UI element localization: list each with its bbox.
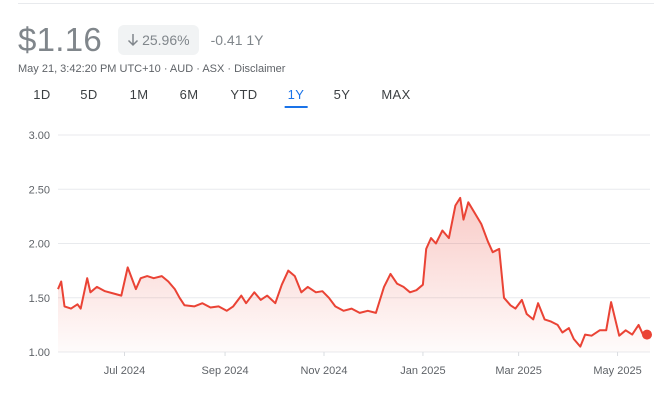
current-price-dot: [642, 329, 652, 340]
y-tick-label: 1.00: [29, 347, 50, 359]
x-tick-label: Mar 2025: [495, 365, 541, 377]
x-tick-label: Jan 2025: [400, 365, 445, 377]
x-tick-label: Sep 2024: [202, 365, 249, 377]
price-chart: 3.00 2.50 2.00 1.50 1.00 Jul 2024 Sep 2024 Nov …: [29, 130, 652, 377]
x-tick-label: Nov 2024: [300, 365, 347, 377]
y-tick-label: 3.00: [29, 130, 50, 142]
x-tick-label: Jul 2024: [104, 365, 146, 377]
y-tick-label: 1.50: [29, 293, 50, 305]
y-tick-label: 2.50: [29, 184, 50, 196]
x-tick-label: May 2025: [593, 365, 641, 377]
y-tick-label: 2.00: [29, 239, 50, 251]
